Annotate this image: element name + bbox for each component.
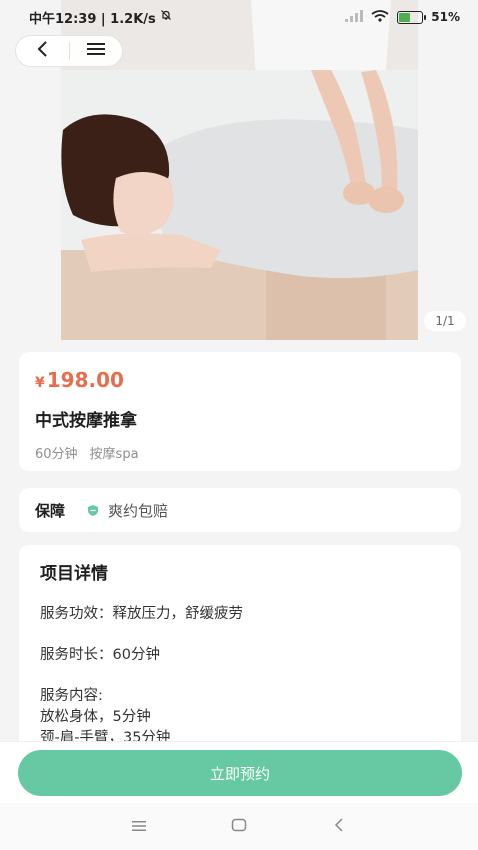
system-navigation-bar [0, 803, 478, 850]
battery-percent: 51% [431, 10, 460, 24]
book-now-button[interactable]: 立即预约 [18, 750, 462, 796]
guarantee-text: 爽约包赔 [108, 501, 169, 520]
shield-icon [87, 504, 99, 517]
menu-icon [86, 41, 106, 61]
status-time-speed: 中午12:39 | 1.2K/s [29, 11, 156, 27]
menu-button[interactable] [69, 36, 122, 66]
details-effect: 服务功效：释放压力，舒缓疲劳 [40, 606, 243, 622]
bottom-action-bar: 立即预约 [0, 741, 478, 803]
home-button[interactable] [189, 803, 289, 850]
details-title: 项目详情 [40, 564, 108, 584]
chevron-left-icon [36, 40, 48, 62]
project-details-card: 项目详情 服务功效：释放压力，舒缓疲劳 服务时长：60分钟 服务内容: 放松身体… [19, 545, 461, 765]
details-content-label: 服务内容: [40, 688, 103, 704]
product-price: ¥ 198.00 [35, 368, 445, 392]
product-title: 中式按摩推拿 [35, 411, 137, 431]
back-button[interactable] [16, 36, 69, 66]
details-duration: 服务时长：60分钟 [40, 647, 160, 663]
product-duration: 60分钟 [35, 447, 78, 462]
product-gallery[interactable]: 中午12:39 | 1.2K/s 51% 1/1 [0, 0, 478, 340]
home-icon [231, 817, 247, 836]
signal-icon [345, 9, 364, 25]
nav-capsule [15, 35, 123, 67]
wifi-icon [371, 9, 389, 25]
back-icon [334, 817, 344, 836]
recents-icon [131, 817, 147, 836]
recents-button[interactable] [89, 803, 189, 850]
details-content-item: 放松身体，5分钟 [40, 709, 151, 725]
system-back-button[interactable] [289, 803, 389, 850]
price-value: 198.00 [46, 368, 124, 392]
details-content: 服务内容: 放松身体，5分钟 颈-肩-手臂，35分钟 [40, 686, 440, 749]
currency-symbol: ¥ [35, 375, 45, 391]
product-category: 按摩spa [89, 447, 139, 462]
guarantee-card[interactable]: 保障 爽约包赔 [19, 488, 461, 532]
product-summary-card: ¥ 198.00 中式按摩推拿 60分钟 按摩spa [19, 352, 461, 471]
image-counter: 1/1 [424, 311, 466, 331]
status-bar: 中午12:39 | 1.2K/s 51% [0, 0, 478, 34]
silent-bell-icon [160, 9, 172, 25]
battery-icon [397, 10, 427, 24]
guarantee-label: 保障 [35, 501, 66, 520]
product-meta: 60分钟 按摩spa [35, 443, 445, 462]
